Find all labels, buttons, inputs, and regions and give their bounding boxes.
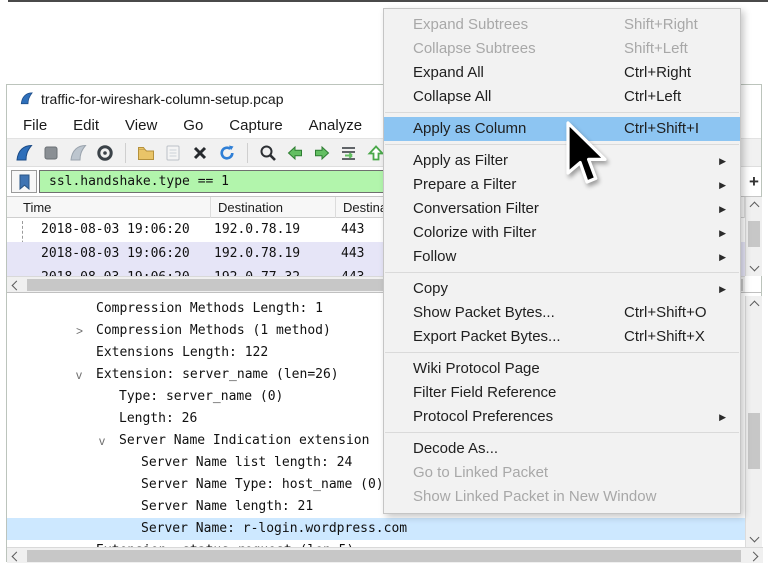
- background-window-edge: [8, 0, 768, 2]
- menu-go[interactable]: Go: [183, 117, 203, 134]
- scroll-up-arrow[interactable]: [746, 197, 762, 213]
- submenu-arrow-icon: ▶: [719, 149, 726, 173]
- toolbar-separator: [247, 143, 248, 163]
- open-file-icon[interactable]: [135, 142, 157, 163]
- menu-edit[interactable]: Edit: [73, 117, 99, 134]
- cell-destination-port: 443: [341, 266, 364, 276]
- packet-list-vscrollbar[interactable]: [745, 197, 762, 276]
- detail-vscrollbar[interactable]: [745, 296, 762, 547]
- window-title: traffic-for-wireshark-column-setup.pcap: [41, 91, 284, 107]
- cell-time: 2018-08-03 19:06:20: [41, 266, 190, 276]
- display-filter-value: ssl.handshake.type == 1: [49, 174, 229, 189]
- menu-item-prepare-a-filter[interactable]: Prepare a Filter▶: [384, 173, 740, 197]
- close-file-icon[interactable]: [189, 142, 211, 163]
- desktop: traffic-for-wireshark-column-setup.pcap …: [0, 0, 768, 563]
- scroll-left-arrow[interactable]: [7, 548, 23, 564]
- menu-item-collapse-all[interactable]: Collapse AllCtrl+Left: [384, 85, 740, 109]
- submenu-arrow-icon: ▶: [719, 221, 726, 245]
- menu-item-follow[interactable]: Follow▶: [384, 245, 740, 269]
- start-capture-icon[interactable]: [13, 142, 35, 163]
- submenu-arrow-icon: ▶: [719, 197, 726, 221]
- column-header-time[interactable]: Time: [7, 197, 211, 218]
- restart-capture-icon[interactable]: [67, 142, 89, 163]
- cell-destination-port: 443: [341, 242, 364, 266]
- menu-item-wiki-protocol-page[interactable]: Wiki Protocol Page: [384, 357, 740, 381]
- menu-separator: [385, 112, 739, 113]
- previous-packet-icon[interactable]: [284, 142, 306, 163]
- menu-file[interactable]: File: [23, 117, 47, 134]
- filter-add-button[interactable]: +: [745, 170, 763, 193]
- menu-item-apply-as-filter[interactable]: Apply as Filter▶: [384, 149, 740, 173]
- wireshark-logo-icon: [19, 91, 34, 106]
- menu-item-filter-field-reference[interactable]: Filter Field Reference: [384, 381, 740, 405]
- context-menu: Expand SubtreesShift+Right Collapse Subt…: [383, 8, 741, 514]
- bookmark-icon: [18, 174, 31, 190]
- scroll-right-arrow[interactable]: [747, 548, 763, 564]
- find-packet-icon[interactable]: [257, 142, 279, 163]
- cell-destination: 192.0.78.19: [214, 242, 300, 266]
- detail-row-selected[interactable]: Server Name: r-login.wordpress.com: [7, 518, 745, 540]
- mouse-cursor-icon: [565, 121, 609, 187]
- menu-item-colorize-with-filter[interactable]: Colorize with Filter▶: [384, 221, 740, 245]
- menu-separator: [385, 432, 739, 433]
- menu-view[interactable]: View: [125, 117, 157, 134]
- save-file-icon[interactable]: [162, 142, 184, 163]
- menu-item-go-to-linked-packet[interactable]: Go to Linked Packet: [384, 461, 740, 485]
- stop-capture-icon[interactable]: [40, 142, 62, 163]
- reload-file-icon[interactable]: [216, 142, 238, 163]
- vscroll-thumb[interactable]: [748, 221, 760, 247]
- capture-options-icon[interactable]: [94, 142, 116, 163]
- detail-row[interactable]: >Extension: status_request (len=5): [7, 540, 745, 547]
- menu-item-copy[interactable]: Copy▶: [384, 277, 740, 301]
- menu-item-show-linked-packet-in-new-window[interactable]: Show Linked Packet in New Window: [384, 485, 740, 509]
- submenu-arrow-icon: ▶: [719, 405, 726, 429]
- filter-bookmark-button[interactable]: [11, 170, 37, 193]
- menu-capture[interactable]: Capture: [229, 117, 282, 134]
- toolbar-separator: [125, 143, 126, 163]
- cell-destination-port: 443: [341, 218, 364, 242]
- hscroll-thumb[interactable]: [27, 550, 741, 562]
- submenu-arrow-icon: ▶: [719, 277, 726, 301]
- next-packet-icon[interactable]: [311, 142, 333, 163]
- expanded-arrow-icon: v: [76, 364, 82, 386]
- scroll-down-arrow[interactable]: [746, 260, 762, 276]
- menu-separator: [385, 144, 739, 145]
- menu-item-decode-as[interactable]: Decode As...: [384, 437, 740, 461]
- vscroll-thumb[interactable]: [748, 413, 760, 469]
- scroll-down-arrow[interactable]: [746, 531, 762, 547]
- collapsed-arrow-icon: >: [76, 540, 83, 547]
- submenu-arrow-icon: ▶: [719, 173, 726, 197]
- menu-separator: [385, 272, 739, 273]
- menu-item-collapse-subtrees[interactable]: Collapse SubtreesShift+Left: [384, 37, 740, 61]
- submenu-arrow-icon: ▶: [719, 245, 726, 269]
- go-to-packet-icon[interactable]: [338, 142, 360, 163]
- menu-analyze[interactable]: Analyze: [309, 117, 362, 134]
- cell-time: 2018-08-03 19:06:20: [41, 242, 190, 266]
- collapsed-arrow-icon: >: [76, 320, 83, 342]
- menu-item-show-packet-bytes[interactable]: Show Packet Bytes...Ctrl+Shift+O: [384, 301, 740, 325]
- menu-item-expand-subtrees[interactable]: Expand SubtreesShift+Right: [384, 13, 740, 37]
- scroll-up-arrow[interactable]: [746, 296, 762, 312]
- detail-hscrollbar[interactable]: [7, 547, 763, 563]
- menu-item-expand-all[interactable]: Expand AllCtrl+Right: [384, 61, 740, 85]
- menu-item-export-packet-bytes[interactable]: Export Packet Bytes...Ctrl+Shift+X: [384, 325, 740, 349]
- scroll-left-arrow[interactable]: [7, 277, 23, 293]
- menu-item-conversation-filter[interactable]: Conversation Filter▶: [384, 197, 740, 221]
- cell-destination: 192.0.78.19: [214, 218, 300, 242]
- menu-item-protocol-preferences[interactable]: Protocol Preferences▶: [384, 405, 740, 429]
- menu-separator: [385, 352, 739, 353]
- cell-destination: 192.0.77.32: [214, 266, 300, 276]
- column-header-destination[interactable]: Destination: [211, 197, 336, 218]
- cell-time: 2018-08-03 19:06:20: [41, 218, 190, 242]
- menu-item-apply-as-column[interactable]: Apply as ColumnCtrl+Shift+I: [384, 117, 740, 141]
- expanded-arrow-icon: v: [99, 430, 105, 452]
